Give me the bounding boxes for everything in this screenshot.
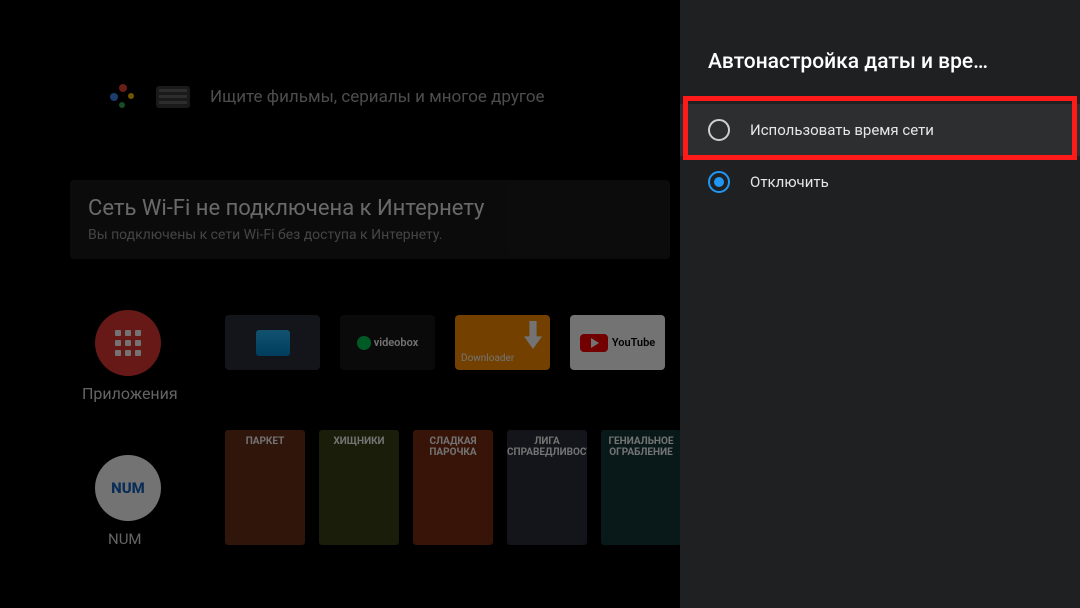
settings-option[interactable]: Использовать время сети: [680, 104, 1080, 156]
youtube-icon: [580, 334, 608, 352]
search-placeholder[interactable]: Ищите фильмы, сериалы и многое другое: [210, 87, 545, 107]
app-row: videobox Downloader YouTube: [225, 315, 665, 370]
radio-checked-icon: [708, 171, 730, 193]
poster-title: ПАРКЕТ: [225, 436, 305, 447]
apps-grid-icon: [115, 330, 141, 356]
wifi-status-subtitle: Вы подключены к сети Wi-Fi без доступа к…: [88, 227, 652, 243]
assistant-icon[interactable]: [110, 84, 136, 110]
screen-root: Ищите фильмы, сериалы и многое другое Се…: [0, 0, 1080, 608]
apps-label: Приложения: [82, 384, 178, 403]
app-tile-youtube[interactable]: YouTube: [570, 315, 665, 370]
poster-title: ХИЩНИКИ: [319, 436, 399, 447]
app-tile-label: videobox: [374, 336, 419, 349]
content-poster[interactable]: ХИЩНИКИ: [319, 430, 399, 545]
poster-title: СЛАДКАЯ ПАРОЧКА: [413, 436, 493, 458]
option-label: Использовать время сети: [750, 121, 934, 139]
settings-option[interactable]: Отключить: [680, 156, 1080, 208]
app-tile-label: YouTube: [612, 336, 655, 349]
content-row: ПАРКЕТ ХИЩНИКИ СЛАДКАЯ ПАРОЧКА ЛИГА СПРАВЕД…: [225, 430, 681, 545]
wifi-status-title: Сеть Wi-Fi не подключена к Интернету: [88, 196, 652, 221]
content-poster[interactable]: ПАРКЕТ: [225, 430, 305, 545]
app-tile-videobox[interactable]: videobox: [340, 315, 435, 370]
num-badge: NUM: [111, 479, 145, 497]
poster-title: ГЕНИАЛЬНОЕ ОГРАБЛЕНИЕ: [601, 436, 681, 458]
poster-title: ЛИГА СПРАВЕДЛИВОСТИ: [507, 436, 587, 458]
apps-button[interactable]: [95, 310, 161, 376]
keyboard-icon[interactable]: [156, 86, 190, 108]
app-tile-downloader[interactable]: Downloader: [455, 315, 550, 370]
panel-title: Автонастройка даты и вре…: [680, 0, 1080, 104]
content-poster[interactable]: ЛИГА СПРАВЕДЛИВОСТИ: [507, 430, 587, 545]
num-label: NUM: [108, 530, 142, 548]
download-arrow-icon: [524, 321, 542, 349]
content-poster[interactable]: ГЕНИАЛЬНОЕ ОГРАБЛЕНИЕ: [601, 430, 681, 545]
radio-unchecked-icon: [708, 119, 730, 141]
app-tile-label: Downloader: [461, 353, 514, 364]
app-tile-es-explorer[interactable]: [225, 315, 320, 370]
search-row: Ищите фильмы, сериалы и многое другое: [110, 84, 545, 110]
channel-num-button[interactable]: NUM: [95, 455, 161, 521]
option-label: Отключить: [750, 173, 829, 191]
wifi-status-card[interactable]: Сеть Wi-Fi не подключена к Интернету Вы …: [70, 180, 670, 259]
content-poster[interactable]: СЛАДКАЯ ПАРОЧКА: [413, 430, 493, 545]
settings-panel: Автонастройка даты и вре… Использовать в…: [680, 0, 1080, 608]
